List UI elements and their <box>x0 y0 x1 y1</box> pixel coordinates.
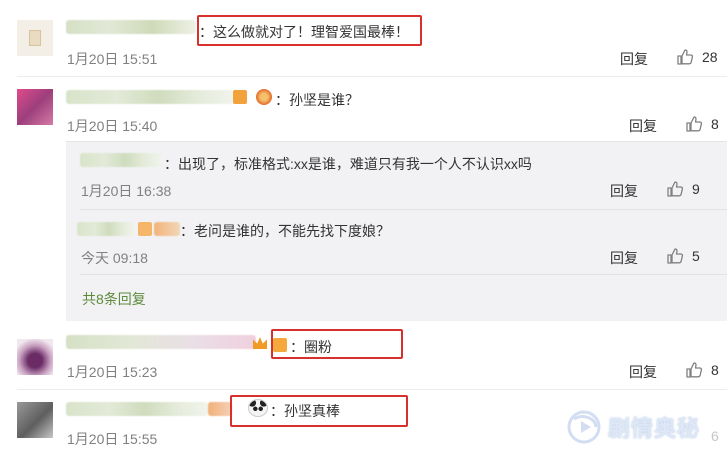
like-count: 8 <box>711 362 719 378</box>
sub-reply-timestamp: 1月20日 16:38 <box>81 183 172 199</box>
watermark: 剧情奥秘 <box>566 398 727 455</box>
divider <box>80 209 727 210</box>
like-count: 5 <box>692 248 700 264</box>
reply-button[interactable]: 回复 <box>629 362 657 382</box>
thumbs-up-icon <box>686 362 703 378</box>
username-blurred <box>154 222 180 236</box>
avatar[interactable] <box>17 89 53 125</box>
divider <box>17 76 727 77</box>
sub-reply-text: ：出现了，标准格式:xx是谁，难道只有我一个人不认识xx吗 <box>164 156 532 172</box>
watermark-text: 剧情奥秘 <box>608 415 701 441</box>
sub-reply-timestamp: 今天 09:18 <box>81 250 148 266</box>
divider <box>17 389 727 390</box>
reply-button[interactable]: 回复 <box>620 49 648 69</box>
highlight-box <box>197 15 422 46</box>
reply-button[interactable]: 回复 <box>610 248 638 268</box>
username-blurred <box>208 402 232 416</box>
like-count: 8 <box>711 116 719 132</box>
reply-button[interactable]: 回复 <box>610 181 638 201</box>
username-blurred[interactable] <box>77 222 135 236</box>
thumbs-up-icon <box>667 248 684 264</box>
watermark-logo-icon <box>567 410 601 443</box>
thumbs-up-icon <box>667 181 684 197</box>
like-button[interactable]: 28 <box>676 48 718 66</box>
avatar[interactable] <box>17 402 53 438</box>
like-button[interactable]: 8 <box>685 115 719 133</box>
comment-timestamp: 1月20日 15:51 <box>67 51 158 67</box>
username-blurred[interactable] <box>66 335 256 349</box>
view-more-replies-link[interactable]: 共8条回复 <box>82 289 146 309</box>
like-count: 9 <box>692 181 700 197</box>
comment-timestamp: 1月20日 15:40 <box>67 118 158 134</box>
comment-timestamp: 1月20日 15:55 <box>67 431 158 447</box>
like-button[interactable]: 8 <box>685 361 719 379</box>
avatar[interactable] <box>17 339 53 375</box>
username-blurred[interactable] <box>66 90 234 104</box>
like-button[interactable]: 9 <box>666 180 700 198</box>
highlight-box <box>271 329 403 359</box>
sub-reply-text: ：老问是谁的，不能先找下度娘？ <box>180 223 390 239</box>
username-blurred[interactable] <box>80 153 162 167</box>
username-blurred[interactable] <box>66 402 208 416</box>
like-count: 28 <box>702 49 718 65</box>
divider <box>80 274 727 275</box>
comment-timestamp: 1月20日 15:23 <box>67 364 158 380</box>
thumbs-up-icon <box>686 116 703 132</box>
like-button[interactable]: 5 <box>666 247 700 265</box>
fan-badge-icon <box>256 89 272 105</box>
username-blurred[interactable] <box>66 20 196 34</box>
member-badge-icon <box>138 222 152 236</box>
avatar[interactable] <box>17 20 53 56</box>
comment-text: ：孙坚是谁？ <box>275 92 359 108</box>
reply-button[interactable]: 回复 <box>629 116 657 136</box>
thumbs-up-icon <box>677 49 694 65</box>
member-badge-icon <box>233 90 247 104</box>
sub-replies-panel: ：出现了，标准格式:xx是谁，难道只有我一个人不认识xx吗 1月20日 16:3… <box>66 141 727 321</box>
highlight-box <box>230 395 408 427</box>
